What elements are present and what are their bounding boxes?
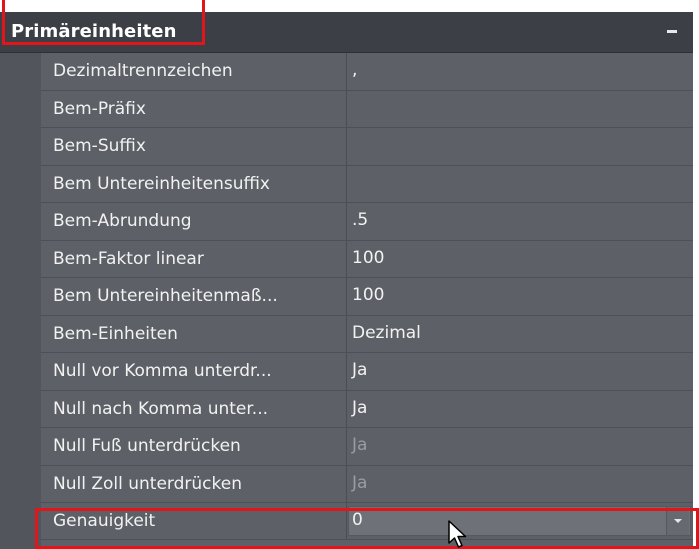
chevron-down-icon[interactable] [666, 507, 689, 535]
property-row-null-zoll[interactable]: Null Zoll unterdrücken Ja [41, 465, 693, 503]
column-divider [346, 465, 347, 502]
property-value-disabled: Ja [352, 435, 368, 455]
column-divider [346, 315, 347, 352]
property-row-bem-einheiten[interactable]: Bem-Einheiten Dezimal [41, 315, 693, 353]
indent-gutter [0, 53, 41, 549]
property-label: Bem Untereinheitensuffix [53, 173, 270, 194]
property-label: Bem-Suffix [53, 136, 146, 156]
property-value-disabled: Ja [352, 472, 368, 493]
property-row-genauigkeit[interactable]: Genauigkeit 0 [41, 503, 693, 540]
property-label: Bem Untereinheitenmaß... [53, 286, 278, 306]
property-label: Null Zoll unterdrücken [53, 473, 242, 494]
property-label: Bem-Präfix [53, 98, 146, 119]
mouse-cursor-icon [448, 520, 467, 548]
property-row-dezimaltrennzeichen[interactable]: Dezimaltrennzeichen , [41, 53, 693, 91]
property-value[interactable]: Dezimal [352, 323, 421, 343]
property-value[interactable]: Ja [352, 360, 367, 380]
column-divider [346, 240, 347, 277]
column-divider [346, 278, 347, 315]
column-divider [346, 53, 347, 90]
collapse-icon[interactable] [667, 30, 677, 33]
property-row-bem-faktor-linear[interactable]: Bem-Faktor linear 100 [41, 240, 693, 278]
property-row-null-vor-komma[interactable]: Null vor Komma unterdr... Ja [41, 353, 693, 391]
property-row-bem-praefix[interactable]: Bem-Präfix [41, 90, 693, 128]
property-label: Dezimaltrennzeichen [53, 61, 233, 81]
genauigkeit-dropdown[interactable] [348, 506, 691, 536]
property-row-bem-suffix[interactable]: Bem-Suffix [41, 128, 693, 166]
property-label: Genauigkeit [53, 511, 156, 531]
property-row-null-nach-komma[interactable]: Null nach Komma unter... Ja [41, 390, 693, 428]
column-divider [346, 503, 347, 539]
column-divider [346, 353, 347, 390]
property-row-bem-abrundung[interactable]: Bem-Abrundung .5 [41, 203, 693, 241]
property-label: Null nach Komma unter... [53, 398, 269, 419]
property-label: Null Fuß unterdrücken [53, 436, 241, 456]
property-value[interactable]: 100 [352, 285, 384, 305]
property-value[interactable]: 100 [352, 248, 384, 268]
property-label: Null vor Komma unterdr... [53, 361, 272, 381]
property-value[interactable]: .5 [352, 210, 368, 230]
property-row-untereinheitensuffix[interactable]: Bem Untereinheitensuffix [41, 165, 693, 203]
property-list: Dezimaltrennzeichen , Bem-Präfix Bem-Suf… [41, 53, 693, 540]
column-divider [346, 128, 347, 165]
property-label: Bem-Faktor linear [53, 248, 204, 269]
property-label: Bem-Einheiten [53, 323, 178, 344]
column-divider [346, 90, 347, 127]
column-divider [346, 390, 347, 427]
properties-panel: Primäreinheiten Dezimaltrennzeichen , Be… [0, 12, 693, 549]
property-value[interactable]: Ja [352, 398, 367, 418]
property-row-untereinheitenmass[interactable]: Bem Untereinheitenmaß... 100 [41, 278, 693, 316]
property-row-null-fuss[interactable]: Null Fuß unterdrücken Ja [41, 428, 693, 466]
column-divider [346, 203, 347, 240]
column-divider [346, 428, 347, 465]
title-highlight-box [2, 0, 205, 45]
property-label: Bem-Abrundung [53, 211, 192, 231]
column-divider [346, 165, 347, 202]
property-value[interactable]: , [352, 60, 357, 80]
genauigkeit-value[interactable]: 0 [352, 510, 363, 530]
